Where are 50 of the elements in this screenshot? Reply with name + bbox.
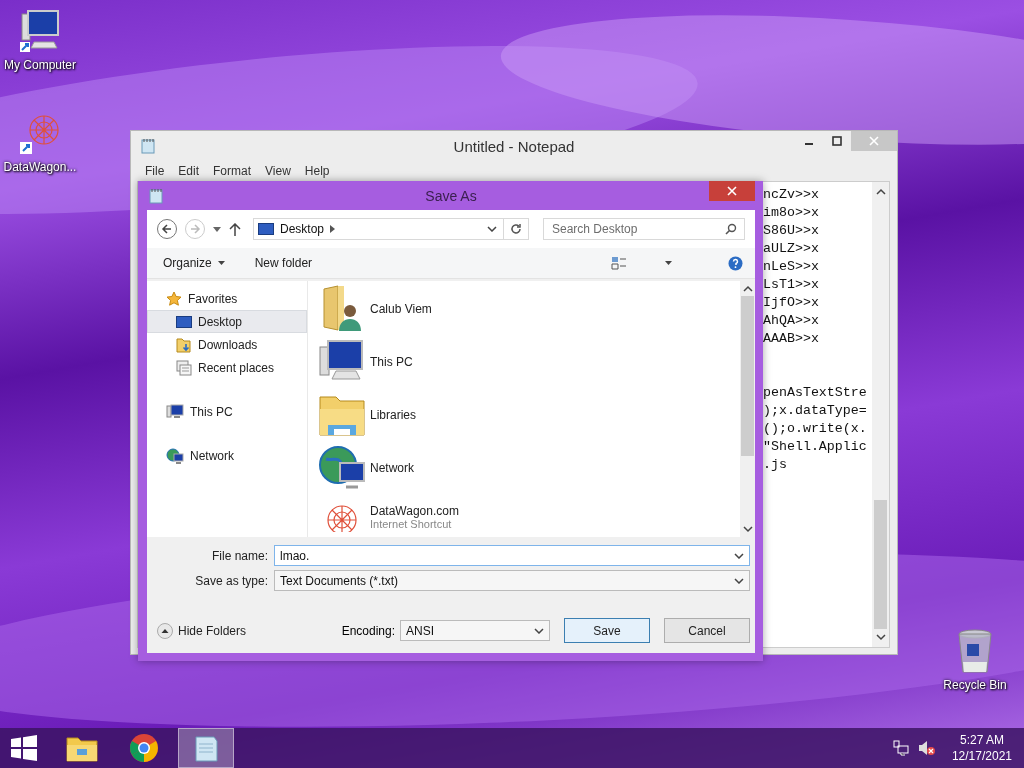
location-entry[interactable]: This PC (318, 339, 740, 385)
text-line: ncZv>>x (763, 186, 819, 204)
field-label: Save as type: (194, 573, 268, 588)
text-line: "Shell.Applic (763, 438, 867, 456)
desktop-icon-label[interactable]: My Computer (4, 58, 76, 72)
nav-item[interactable]: This PC (147, 400, 307, 423)
text-line: .js (763, 456, 787, 474)
menu-item[interactable]: Help (304, 164, 330, 178)
nav-item[interactable]: Favorites (147, 287, 307, 310)
location-entry[interactable]: DataWagon.com Internet Shortcut (318, 497, 740, 537)
search-field[interactable]: Search Desktop (543, 218, 745, 240)
dialog-title: Save As (424, 187, 478, 204)
menu-item[interactable]: View (265, 164, 291, 178)
address-bar[interactable]: Desktop (253, 218, 529, 240)
text-line: aULZ>>x (763, 240, 819, 258)
nav-item[interactable]: Downloads (147, 333, 307, 356)
text-line: penAsTextStre (763, 384, 867, 402)
hide-folders-button[interactable]: Hide Folders (157, 622, 247, 639)
field-label: Encoding: (341, 623, 395, 638)
file-name-field[interactable]: lmao. (274, 545, 750, 566)
text-line: S86U>>x (763, 222, 819, 240)
text-line: im8o>>x (763, 204, 819, 222)
text-line: AhQA>>x (763, 312, 819, 330)
location-entry[interactable]: Libraries (318, 391, 740, 439)
new-folder-button[interactable]: New folder (254, 256, 313, 270)
text-line: nLeS>>x (763, 258, 819, 276)
text-line: IjfO>>x (763, 294, 819, 312)
cancel-button[interactable]: Cancel (664, 618, 750, 643)
save-type-dropdown[interactable]: Text Documents (*.txt) (274, 570, 750, 591)
nav-item[interactable]: Recent places (147, 356, 307, 379)
location-entry[interactable]: Calub Viem (318, 285, 740, 333)
nav-item[interactable]: Network (147, 444, 307, 467)
desktop-icon-label[interactable]: Recycle Bin (943, 678, 1007, 692)
location-entry[interactable]: Network (318, 445, 740, 491)
desktop-icon-label[interactable]: DataWagon... (3, 160, 77, 174)
encoding-dropdown[interactable]: ANSI (400, 620, 550, 641)
window-title: Untitled - Notepad (452, 137, 576, 155)
field-label: File name: (210, 548, 268, 563)
menu-item[interactable]: Edit (178, 164, 200, 178)
menu-item[interactable]: Format (213, 164, 252, 178)
text-line: ();o.write(x. (763, 420, 867, 438)
save-button[interactable]: Save (564, 618, 650, 643)
clock-date[interactable]: 12/17/2021 (951, 748, 1012, 764)
clock-time[interactable]: 5:27 AM (959, 732, 1004, 748)
nav-item[interactable]: Desktop (147, 310, 307, 333)
text-line: );x.dataType= (763, 402, 867, 420)
text-line: AAAB>>x (763, 330, 819, 348)
text-line: LsT1>>x (763, 276, 819, 294)
menu-item[interactable]: File (145, 164, 165, 178)
organize-menu-button[interactable]: Organize (163, 256, 225, 270)
